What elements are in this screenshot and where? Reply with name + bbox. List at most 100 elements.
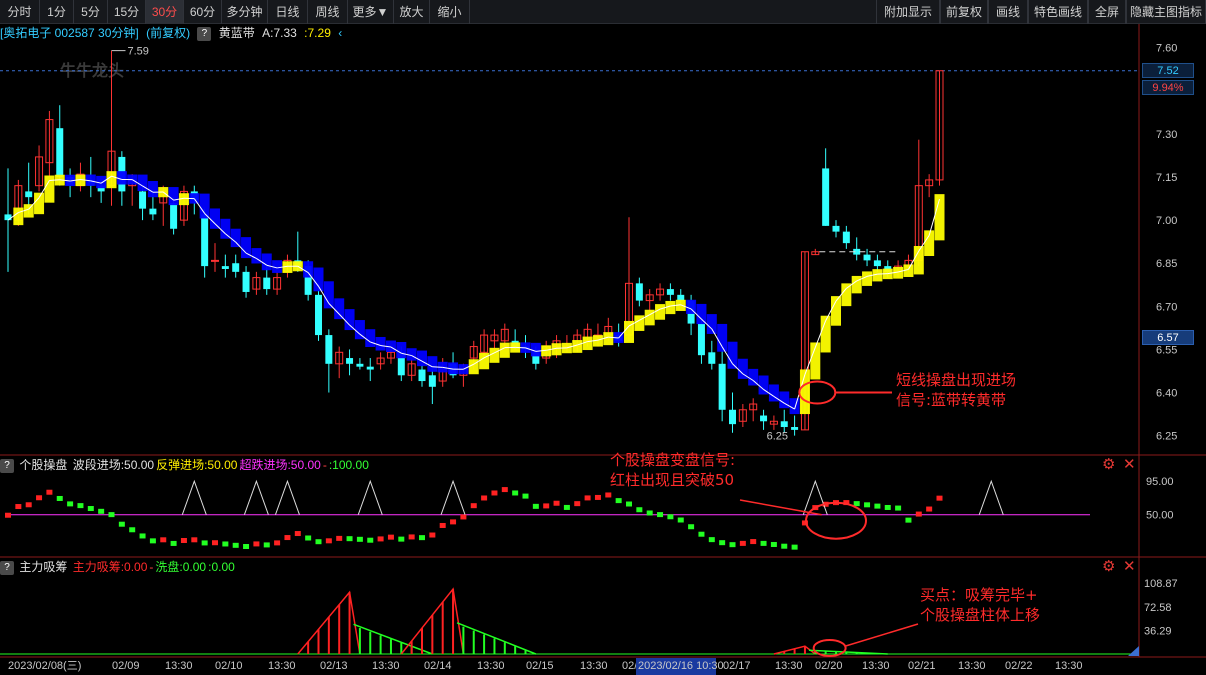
- annotation-line: 买点：吸筹完毕+: [920, 586, 1038, 604]
- candle-body: [149, 208, 157, 215]
- candle-body: [221, 266, 229, 269]
- osc-mark: [646, 510, 653, 516]
- toolbar-button[interactable]: 周线: [308, 0, 348, 24]
- candle-body: [325, 335, 333, 364]
- gear-icon[interactable]: ⚙: [1102, 559, 1115, 575]
- toolbar-button[interactable]: 特色画线: [1028, 0, 1088, 24]
- x-cursor-label: 2023/02/16 10:30: [638, 660, 724, 672]
- osc-mark: [657, 512, 664, 518]
- band-block: [499, 342, 510, 358]
- x-axis-label: 02/17: [723, 660, 751, 672]
- close-icon[interactable]: ✕: [1123, 559, 1136, 575]
- toolbar-button[interactable]: 放大: [394, 0, 430, 24]
- candle-body: [263, 277, 271, 290]
- sub1-title: 个股操盘: [19, 458, 68, 472]
- x-axis-label: 02/22: [1005, 660, 1033, 672]
- osc-mark: [739, 540, 746, 546]
- osc-mark: [729, 542, 736, 548]
- close-icon[interactable]: ✕: [1123, 457, 1136, 473]
- osc-mark: [677, 517, 684, 523]
- osc-mark: [139, 533, 146, 539]
- annotation-line: 红柱出现且突破50: [610, 471, 735, 489]
- osc-mark: [367, 537, 374, 543]
- band-block: [44, 175, 55, 203]
- gear-icon[interactable]: ⚙: [1102, 457, 1115, 473]
- price-tag-pct: 9.94%: [1142, 80, 1194, 95]
- sub2-tick-label: 108.87: [1144, 578, 1178, 590]
- osc-mark: [284, 535, 291, 541]
- candle-body: [677, 294, 685, 301]
- toolbar-button[interactable]: 分时: [0, 0, 40, 24]
- sub2-tick-label: 72.58: [1144, 602, 1172, 614]
- band-block: [323, 281, 334, 309]
- osc-mark: [615, 498, 622, 504]
- osc-mark: [874, 503, 881, 509]
- osc-mark: [160, 537, 167, 543]
- osc-mark: [584, 495, 591, 501]
- annotation-entry-signal: 短线操盘出现进场 信号:蓝带转黄带: [896, 370, 1016, 410]
- osc-mark: [336, 535, 343, 541]
- toolbar-button[interactable]: 更多▼: [348, 0, 394, 24]
- candle-body: [832, 225, 840, 232]
- osc-mark: [274, 540, 281, 546]
- osc-mark: [450, 519, 457, 525]
- osc-mark: [884, 504, 891, 510]
- price-tag-last: 7.52: [1142, 63, 1194, 78]
- toolbar-button[interactable]: 多分钟: [222, 0, 268, 24]
- band-block: [644, 309, 655, 326]
- candle-body: [635, 283, 643, 301]
- signal-triangle: [978, 479, 1004, 515]
- sub1-tick-label: 95.00: [1146, 476, 1174, 488]
- kline-chart-area[interactable]: 牛牛龙头7.607.457.307.157.006.856.706.556.40…: [0, 24, 1206, 675]
- legend-value: :100.00: [328, 458, 369, 472]
- band-block: [13, 207, 24, 226]
- annotation-line: 短线操盘出现进场: [896, 371, 1017, 389]
- toolbar-button[interactable]: 隐藏主图指标: [1126, 0, 1206, 24]
- x-axis-label: 02/09: [112, 660, 140, 672]
- high-label: 7.59: [128, 46, 149, 58]
- band-block: [365, 329, 376, 347]
- osc-mark: [853, 501, 860, 507]
- osc-mark: [750, 539, 757, 545]
- toolbar-button[interactable]: 60分: [184, 0, 222, 24]
- help-icon[interactable]: ?: [0, 560, 14, 575]
- band-block: [427, 356, 438, 372]
- osc-mark: [129, 527, 136, 533]
- osc-mark: [46, 489, 53, 495]
- candle-body: [822, 168, 830, 226]
- band-block: [841, 283, 852, 307]
- toolbar-button[interactable]: 前复权: [940, 0, 988, 24]
- band-block: [862, 271, 873, 286]
- osc-mark: [936, 495, 943, 501]
- band-block: [210, 208, 220, 229]
- osc-mark: [522, 493, 529, 499]
- price-tag-cursor: 6.57: [1142, 330, 1194, 345]
- osc-mark: [470, 503, 477, 509]
- osc-mark: [460, 514, 467, 520]
- band-block: [489, 347, 500, 363]
- toolbar-button[interactable]: 30分: [146, 0, 184, 24]
- x-axis-label: 2023/02/08(三): [8, 660, 81, 672]
- toolbar-button[interactable]: 日线: [268, 0, 308, 24]
- x-axis-label: 02/14: [424, 660, 452, 672]
- toolbar-button[interactable]: 15分: [108, 0, 146, 24]
- band-block: [706, 314, 717, 334]
- toolbar-button[interactable]: 缩小: [430, 0, 470, 24]
- help-icon[interactable]: ?: [0, 458, 14, 473]
- osc-mark: [770, 541, 777, 547]
- candle-body: [366, 366, 374, 370]
- osc-mark: [56, 495, 63, 501]
- osc-mark: [222, 541, 229, 547]
- band-block: [303, 261, 314, 278]
- toolbar-button[interactable]: 全屏: [1088, 0, 1126, 24]
- toolbar-button[interactable]: 画线: [988, 0, 1028, 24]
- toolbar-button[interactable]: 1分: [40, 0, 74, 24]
- wash-line: [456, 622, 537, 655]
- osc-mark: [594, 494, 601, 500]
- toolbar-button[interactable]: 附加显示: [876, 0, 940, 24]
- toolbar-button[interactable]: 5分: [74, 0, 108, 24]
- osc-mark: [263, 542, 270, 548]
- sub1-legend: ? 个股操盘 波段进场:50.00 反弹进场:50.00 超跌进场:50.00-:1…: [0, 457, 373, 473]
- candle-body: [780, 421, 788, 428]
- legend-value: -: [149, 560, 154, 574]
